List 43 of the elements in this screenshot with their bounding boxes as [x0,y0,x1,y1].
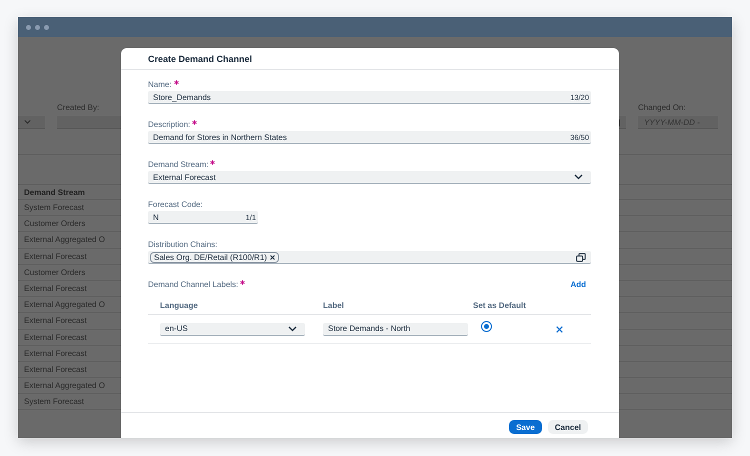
add-link[interactable]: Add [570,280,591,289]
cancel-button[interactable]: Cancel [548,420,588,434]
field-label: Created By: [57,103,100,112]
dialog-title: Create Demand Channel [148,54,252,64]
field-label: Name: [148,80,172,89]
table-cell: External Aggregated O [24,381,105,390]
table-cell: Customer Orders [24,268,86,277]
token-field[interactable]: Sales Org. DE/Retail (R100/R1) [148,251,591,264]
column-header: Set as Default [473,301,527,310]
table-cell: External Forecast [24,348,87,358]
dropdown-field[interactable]: en-US [160,322,305,336]
window-dot-icon[interactable] [35,24,40,30]
column-header: Demand Stream [24,188,85,196]
table-cell: Customer Orders [24,219,86,228]
close-icon[interactable] [270,254,275,260]
table-cell: External Forecast [24,252,87,261]
input-field[interactable]: Store Demands - North [323,322,468,336]
chevron-down-icon[interactable] [574,174,583,180]
table-cell: System Forecast [24,397,84,406]
table-cell: External Aggregated O [24,235,105,244]
field-label: Demand Stream: [148,160,208,169]
table-cell: External Forecast [24,284,87,294]
table-cell: External Forecast [24,316,87,326]
column-header: Language [160,301,199,310]
field-label: Demand Channel Labels: [148,280,238,289]
chevron-down-icon[interactable] [288,326,297,332]
table-cell: System Forecast [24,203,84,212]
value-help-icon[interactable] [576,252,586,262]
table-cell: External Forecast [24,364,87,374]
save-button[interactable]: Save [509,420,542,434]
field-label: Distribution Chains: [148,240,218,249]
field-label: Changed On: [638,103,687,112]
dropdown-field[interactable] [18,116,45,129]
field-label: Description: [148,120,190,129]
table-cell: External Aggregated O [24,300,105,310]
column-header: Label [323,301,345,310]
field-label: Forecast Code: [148,200,203,209]
dropdown-field[interactable]: External Forecast [148,171,591,184]
window-dot-icon[interactable] [44,24,49,30]
window-dot-icon[interactable] [26,24,31,30]
table-cell: External Forecast [24,332,87,342]
radio-button[interactable] [481,320,492,332]
token[interactable]: Sales Org. DE/Retail (R100/R1) [150,252,279,262]
